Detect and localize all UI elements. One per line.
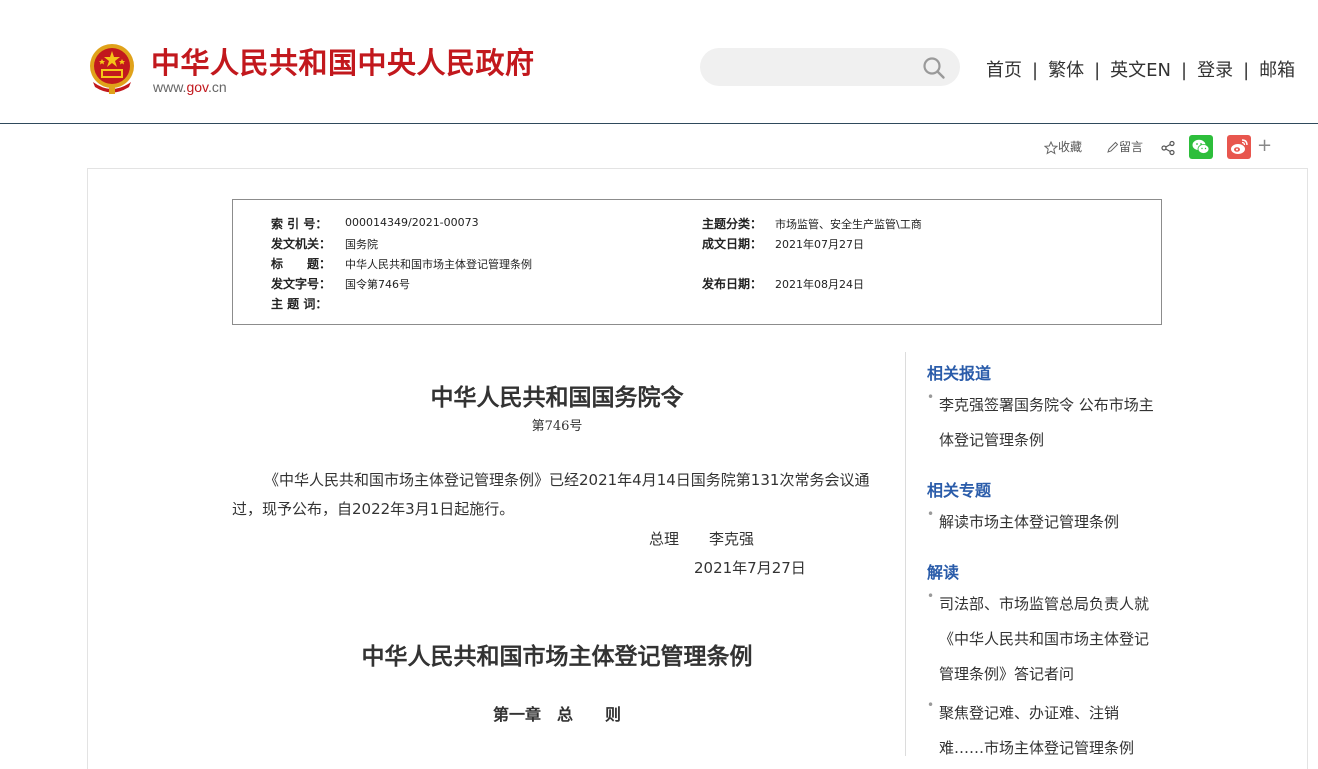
nav-separator: | [1181, 60, 1188, 81]
bullet-icon: • [927, 589, 935, 603]
interpretation-link[interactable]: 司法部、市场监管总局负责人就《中华人民共和国市场主体登记管理条例》答记者问 [939, 587, 1157, 692]
order-paragraph: 《中华人民共和国市场主体登记管理条例》已经2021年4月14日国务院第131次常… [232, 471, 870, 518]
topic-label: 主题分类： [702, 217, 763, 231]
nav-separator: | [1094, 60, 1101, 81]
related-report-link[interactable]: 李克强签署国务院令 公布市场主体登记管理条例 [939, 388, 1157, 458]
nav-login-link[interactable]: 登录 [1197, 60, 1233, 81]
nav-mail-link[interactable]: 邮箱 [1259, 60, 1295, 81]
index-no-value: 000014349/2021-00073 [345, 216, 479, 229]
search-input[interactable] [716, 54, 920, 82]
nav-english-link[interactable]: 英文EN [1110, 60, 1171, 81]
published-date-label: 发布日期： [702, 277, 763, 291]
related-topic-link[interactable]: 解读市场主体登记管理条例 [939, 505, 1157, 540]
sign-date: 2021年7月27日 [694, 559, 806, 577]
share-icon [1161, 140, 1175, 155]
interpretation-item[interactable]: • 司法部、市场监管总局负责人就《中华人民共和国市场主体登记管理条例》答记者问 [927, 587, 1157, 692]
share-button[interactable] [1160, 134, 1176, 160]
weibo-share-button[interactable] [1227, 135, 1251, 159]
star-icon [1043, 140, 1059, 155]
bullet-icon: • [927, 698, 935, 712]
order-title: 中华人民共和国国务院令 [430, 384, 684, 411]
index-no-label: 索 引 号： [271, 217, 328, 231]
search-icon[interactable] [922, 56, 946, 80]
interpretation-heading: 解读 [927, 563, 960, 582]
comment-label: 留言 [1119, 140, 1144, 154]
related-reports-heading: 相关报道 [927, 364, 992, 383]
weibo-icon [1231, 139, 1248, 154]
order-number: 第746号 [531, 419, 583, 434]
site-url-suffix: .cn [208, 79, 227, 95]
published-date-value: 2021年08月24日 [775, 278, 864, 291]
pencil-icon [1107, 141, 1119, 153]
nav-home-link[interactable]: 首页 [986, 60, 1022, 81]
keywords-label: 主 题 词： [271, 297, 328, 311]
site-title[interactable]: 中华人民共和国中央人民政府 [151, 40, 535, 82]
related-topics-heading: 相关专题 [927, 481, 992, 500]
national-emblem-icon[interactable] [87, 42, 137, 96]
favorite-button[interactable]: 收藏 [1043, 134, 1083, 160]
sidebar-divider [905, 352, 906, 756]
site-url-prefix: www. [153, 79, 187, 95]
nav-separator: | [1243, 60, 1250, 81]
doc-no-label: 发文字号： [271, 277, 332, 291]
title-value: 中华人民共和国市场主体登记管理条例 [345, 258, 532, 271]
created-date-value: 2021年07月27日 [775, 238, 864, 251]
chapter-heading: 第一章 总 则 [492, 705, 621, 724]
top-nav: 首页 | 繁体 | 英文EN | 登录 | 邮箱 [986, 56, 1295, 82]
site-header: 中华人民共和国中央人民政府 www.gov.cn 首页 | 繁体 | 英文EN | 登录 | 邮… [0, 0, 1318, 124]
site-url[interactable]: www.gov.cn [153, 79, 227, 95]
regulation-title: 中华人民共和国市场主体登记管理条例 [361, 643, 753, 670]
bullet-icon: • [927, 390, 935, 404]
issuer-value: 国务院 [345, 238, 378, 251]
wechat-share-button[interactable] [1189, 135, 1213, 159]
search-box [700, 48, 960, 86]
nav-separator: | [1032, 60, 1039, 81]
more-share-button[interactable]: + [1257, 134, 1272, 158]
issuer-label: 发文机关： [271, 237, 332, 251]
related-topic-item[interactable]: • 解读市场主体登记管理条例 [927, 505, 1157, 540]
document-metadata-box: 索 引 号： 000014349/2021-00073 主题分类： 市场监管、安… [232, 199, 1162, 325]
site-url-highlight: gov [186, 79, 208, 95]
topic-value: 市场监管、安全生产监管\工商 [775, 218, 922, 231]
signer: 总理 李克强 [649, 530, 755, 548]
related-report-item[interactable]: • 李克强签署国务院令 公布市场主体登记管理条例 [927, 388, 1157, 458]
nav-traditional-link[interactable]: 繁体 [1048, 60, 1084, 81]
doc-no-value: 国令第746号 [345, 278, 410, 291]
favorite-label: 收藏 [1058, 140, 1083, 154]
comment-button[interactable]: 留言 [1106, 134, 1143, 160]
created-date-label: 成文日期： [702, 237, 763, 251]
bullet-icon: • [927, 507, 935, 521]
wechat-icon [1192, 139, 1210, 154]
title-label: 标 题： [271, 257, 332, 271]
